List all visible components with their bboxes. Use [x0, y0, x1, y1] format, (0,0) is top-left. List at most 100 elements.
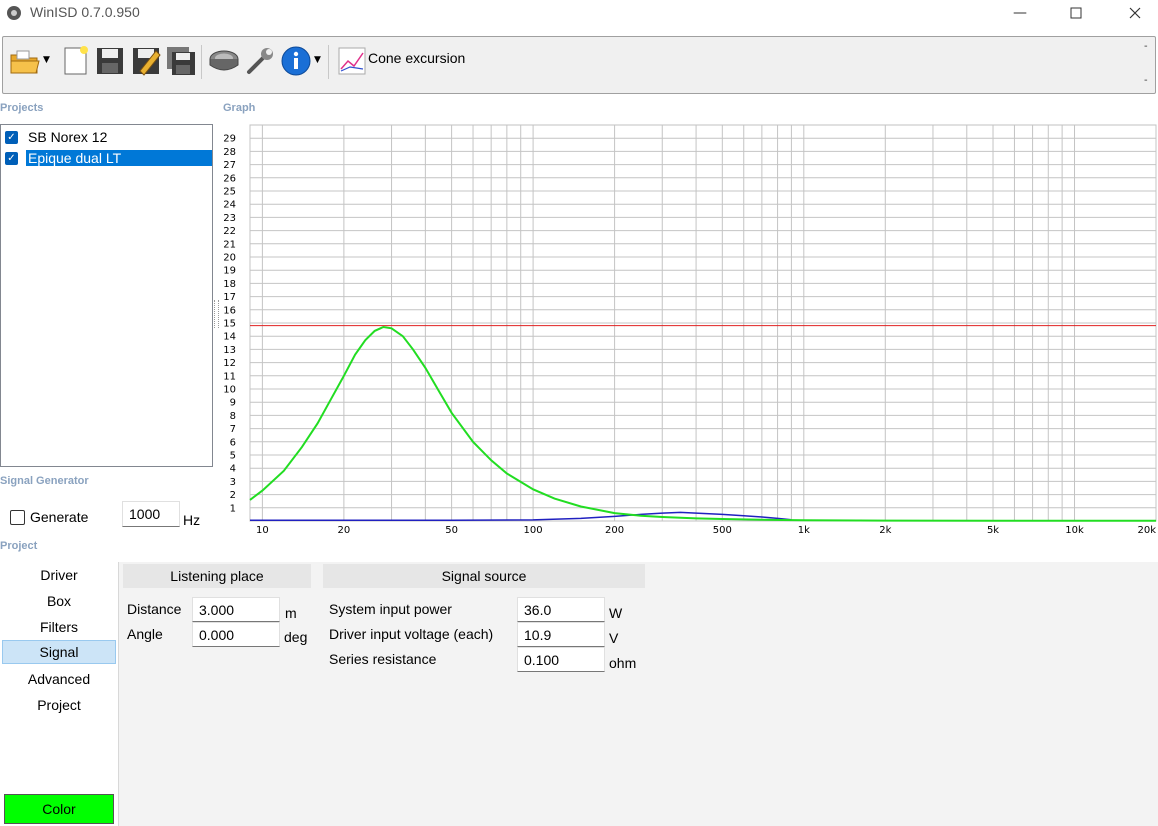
open-folder-icon[interactable] [9, 45, 41, 77]
graph-type-label[interactable]: Cone excursion [368, 50, 465, 66]
minimize-button[interactable]: — [997, 0, 1043, 26]
tab-driver[interactable]: Driver [2, 563, 116, 587]
tab-project[interactable]: Project [2, 693, 116, 717]
color-button[interactable]: Color [4, 794, 114, 824]
project-item-label: Epique dual LT [26, 150, 212, 166]
y-tick-label: 19 [223, 266, 236, 277]
y-tick-label: 15 [223, 319, 236, 330]
x-tick-label: 20 [338, 525, 351, 536]
power-input[interactable]: 36.0 [517, 597, 605, 622]
minimize-icon: — [1013, 5, 1027, 21]
project-item[interactable]: ✓ SB Norex 12 [5, 127, 109, 147]
info-icon[interactable] [280, 45, 312, 77]
angle-unit-clip: deg [284, 624, 310, 646]
x-tick-label: 1k [798, 525, 810, 536]
x-tick-label: 10 [256, 525, 269, 536]
toolbar-dash-bottom: - [1144, 75, 1148, 86]
y-tick-label: 17 [223, 292, 236, 303]
y-tick-label: 28 [223, 147, 236, 158]
y-tick-label: 6 [230, 437, 236, 448]
distance-input[interactable]: 3.000 [192, 597, 280, 622]
y-tick-label: 24 [223, 200, 236, 211]
resistance-input[interactable]: 0.100 [517, 647, 605, 672]
y-tick-label: 29 [223, 134, 236, 145]
resistance-label: Series resistance [329, 651, 437, 667]
toolbar: ▼ ▼ - - [2, 36, 1156, 94]
toolbar-separator [328, 45, 329, 79]
x-axis-ticks: 10 20 50 100 200 500 1k 2k 5k 10k 20k [256, 525, 1156, 536]
tab-signal[interactable]: Signal [2, 640, 116, 664]
projects-header: Projects [0, 102, 44, 114]
y-tick-label: 10 [223, 385, 236, 396]
power-label: System input power [329, 601, 452, 617]
tab-box[interactable]: Box [2, 589, 116, 613]
info-dropdown-arrow-icon[interactable]: ▼ [314, 55, 321, 65]
y-tick-label: 7 [230, 424, 236, 435]
save-as-icon[interactable] [130, 45, 162, 77]
y-tick-label: 4 [230, 464, 236, 475]
y-tick-label: 11 [223, 371, 236, 382]
graph-header: Graph [223, 102, 256, 114]
x-tick-label: 100 [524, 525, 543, 536]
tab-filters[interactable]: Filters [2, 615, 116, 639]
x-tick-label: 20k [1137, 525, 1156, 536]
y-tick-label: 1 [230, 503, 236, 514]
frequency-input[interactable]: 1000 [122, 501, 180, 527]
y-tick-label: 3 [230, 477, 236, 488]
save-all-icon[interactable] [165, 45, 197, 77]
angle-label: Angle [127, 626, 163, 642]
generate-label: Generate [30, 509, 89, 525]
y-tick-label: 5 [230, 451, 236, 462]
x-tick-label: 2k [879, 525, 891, 536]
voltage-input[interactable]: 10.9 [517, 622, 605, 647]
y-tick-label: 9 [230, 398, 236, 409]
y-axis-ticks: 1234567891011121314151617181920212223242… [223, 134, 236, 515]
maximize-icon [1070, 7, 1082, 19]
x-tick-label: 5k [987, 525, 999, 536]
projects-list: ✓ SB Norex 12 ✓ Epique dual LT [0, 124, 213, 467]
cone-excursion-graph-icon[interactable] [338, 47, 366, 75]
toolbar-dash-top: - [1144, 41, 1148, 52]
y-tick-label: 26 [223, 173, 236, 184]
x-tick-label: 500 [713, 525, 732, 536]
y-tick-label: 16 [223, 305, 236, 316]
y-tick-label: 12 [223, 358, 236, 369]
y-tick-label: 20 [223, 253, 236, 264]
angle-input[interactable]: 0.000 [192, 622, 280, 647]
y-tick-label: 23 [223, 213, 236, 224]
toolbar-separator [201, 45, 202, 79]
x-tick-label: 10k [1065, 525, 1084, 536]
window-title: WinISD 0.7.0.950 [30, 4, 140, 20]
title-bar: WinISD 0.7.0.950 — [0, 0, 1158, 26]
listening-place-header: Listening place [123, 564, 311, 588]
y-tick-label: 27 [223, 160, 236, 171]
y-tick-label: 13 [223, 345, 236, 356]
wrench-icon[interactable] [244, 45, 276, 77]
new-document-icon[interactable] [59, 45, 91, 77]
distance-unit: m [285, 605, 297, 621]
generate-checkbox[interactable] [10, 510, 25, 525]
x-tick-label: 50 [445, 525, 458, 536]
voltage-unit: V [609, 630, 619, 646]
angle-unit: deg [284, 629, 308, 645]
y-tick-label: 25 [223, 187, 236, 198]
signal-source-header: Signal source [323, 564, 645, 588]
project-item[interactable]: ✓ Epique dual LT [5, 148, 212, 168]
save-icon[interactable] [94, 45, 126, 77]
maximize-button[interactable] [1053, 0, 1099, 26]
tab-advanced[interactable]: Advanced [2, 667, 116, 691]
app-icon [7, 6, 21, 20]
frequency-unit: Hz [183, 512, 201, 528]
driver-icon[interactable] [208, 45, 240, 77]
close-button[interactable] [1112, 0, 1158, 26]
y-tick-label: 18 [223, 279, 236, 290]
signal-panel: Listening place Distance 3.000 m Angle 0… [118, 562, 1158, 826]
y-tick-label: 22 [223, 226, 236, 237]
voltage-label: Driver input voltage (each) [329, 626, 494, 642]
checkbox-checked-icon[interactable]: ✓ [5, 151, 18, 165]
checkbox-checked-icon[interactable]: ✓ [5, 130, 18, 144]
y-tick-label: 14 [223, 332, 236, 343]
y-tick-label: 21 [223, 239, 236, 250]
y-tick-label: 8 [230, 411, 236, 422]
open-dropdown-arrow-icon[interactable]: ▼ [43, 55, 50, 65]
